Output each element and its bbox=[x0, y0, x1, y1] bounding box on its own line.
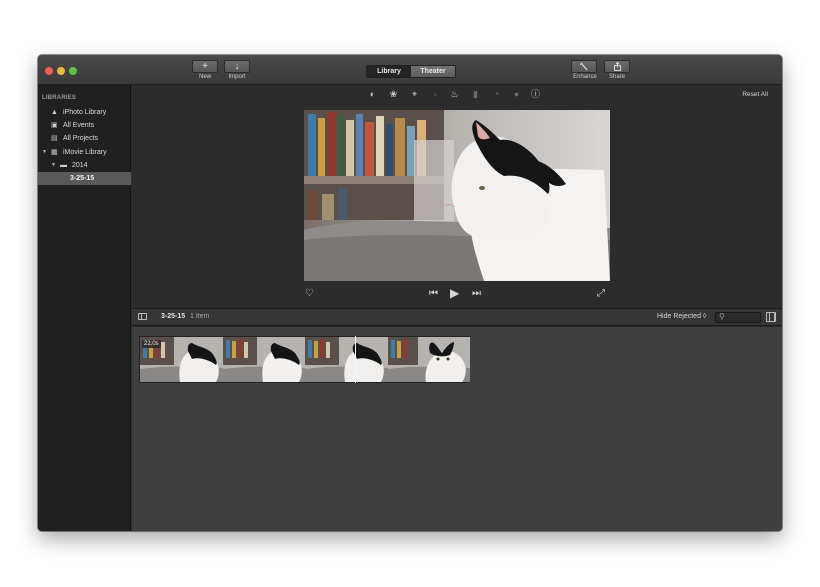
color-correction-icon[interactable]: ❀ bbox=[388, 89, 399, 100]
sidebar-toggle-icon[interactable] bbox=[138, 313, 147, 320]
adjustments-bar: ◐ ❀ ⌖ ▫ ♨ ▮ ◔ ● ⓘ Reset All bbox=[132, 85, 782, 105]
minimize-window-button[interactable] bbox=[57, 67, 65, 75]
noise-reduction-icon[interactable]: ▮ bbox=[470, 89, 481, 100]
magic-wand-icon bbox=[579, 62, 588, 71]
item-count: 1 Item bbox=[190, 313, 210, 320]
event-title: 3-25-15 bbox=[161, 313, 186, 320]
sidebar-item-label: All Projects bbox=[63, 135, 99, 142]
import-label: Import bbox=[228, 74, 246, 80]
close-window-button[interactable] bbox=[45, 67, 53, 75]
event-browser-bar: 3-25-15 1 Item Hide Rejected ◊ ⚲ bbox=[132, 308, 782, 326]
skip-back-icon[interactable]: ⏮ bbox=[429, 288, 438, 300]
sidebar-item-label: All Events bbox=[63, 122, 95, 129]
clip-filmstrip[interactable]: 22.0s bbox=[139, 336, 470, 383]
camera-icon: ▲ bbox=[51, 109, 58, 116]
star-icon: ▣ bbox=[51, 122, 58, 129]
clip-filter-icon[interactable]: ● bbox=[511, 89, 522, 100]
sidebar-item-all-events[interactable]: ▣ All Events bbox=[38, 119, 131, 132]
playback-controls: ♡ ⏮ ▶ ⏭ ⤢ bbox=[132, 285, 782, 305]
video-preview[interactable] bbox=[304, 110, 610, 281]
speed-icon[interactable]: ◔ bbox=[491, 89, 502, 100]
toolbar: + New ↓ Import Library Theater Enhance S… bbox=[38, 55, 782, 85]
share-button[interactable] bbox=[604, 60, 630, 73]
sidebar-item-imovie-library[interactable]: ▼ ▦ iMovie Library bbox=[38, 146, 131, 159]
import-button[interactable]: ↓ bbox=[224, 60, 250, 73]
crop-icon[interactable]: ⌖ bbox=[409, 89, 420, 100]
heart-icon[interactable]: ♡ bbox=[305, 288, 314, 300]
share-icon bbox=[613, 61, 621, 71]
import-arrow-icon: ↓ bbox=[234, 61, 240, 72]
libraries-sidebar: LIBRARIES ▲ iPhoto Library ▣ All Events … bbox=[38, 85, 131, 531]
tab-theater[interactable]: Theater bbox=[411, 66, 455, 77]
cat-video-frame bbox=[304, 110, 610, 281]
info-icon[interactable]: ⓘ bbox=[530, 89, 541, 100]
tab-library[interactable]: Library bbox=[367, 66, 411, 77]
reset-all-button[interactable]: Reset All bbox=[742, 91, 768, 98]
sidebar-item-2014[interactable]: ▼ ▬ 2014 bbox=[38, 159, 131, 172]
volume-icon[interactable]: ♨ bbox=[449, 89, 460, 100]
stabilization-icon[interactable]: ▫ bbox=[430, 89, 441, 100]
clip-duration-badge: 22.0s bbox=[142, 340, 161, 348]
sidebar-item-3-25-15[interactable]: 3-25-15 bbox=[38, 172, 131, 185]
new-button[interactable]: + bbox=[192, 60, 218, 73]
clip-frame bbox=[222, 337, 305, 382]
grid-icon: ▦ bbox=[51, 149, 58, 156]
hide-rejected-popup[interactable]: Hide Rejected ◊ bbox=[657, 313, 706, 320]
sidebar-item-label: 2014 bbox=[72, 162, 88, 169]
plus-icon: + bbox=[202, 61, 208, 72]
folder-icon: ▬ bbox=[60, 162, 67, 169]
share-label: Share bbox=[608, 74, 625, 80]
clip-frame bbox=[387, 337, 470, 382]
zoom-window-button[interactable] bbox=[69, 67, 77, 75]
search-icon: ⚲ bbox=[719, 312, 725, 321]
sidebar-item-iphoto-library[interactable]: ▲ iPhoto Library bbox=[38, 106, 131, 119]
sidebar-item-label: 3-25-15 bbox=[70, 175, 95, 182]
disclosure-triangle-icon[interactable]: ▼ bbox=[42, 146, 47, 159]
clip-frame bbox=[305, 337, 388, 382]
sidebar-item-label: iMovie Library bbox=[63, 149, 107, 156]
event-browser: 22.0s bbox=[132, 327, 782, 531]
skip-forward-icon[interactable]: ⏭ bbox=[472, 288, 481, 300]
imovie-window: + New ↓ Import Library Theater Enhance S… bbox=[38, 55, 782, 531]
disclosure-triangle-icon[interactable]: ▼ bbox=[51, 159, 56, 172]
sidebar-item-label: iPhoto Library bbox=[63, 109, 107, 116]
play-icon[interactable]: ▶ bbox=[450, 287, 459, 299]
fullscreen-icon[interactable]: ⤢ bbox=[597, 288, 605, 300]
view-switcher: Library Theater bbox=[366, 65, 456, 78]
list-icon: ▤ bbox=[51, 135, 58, 142]
search-input[interactable]: ⚲ bbox=[715, 312, 761, 323]
sidebar-item-all-projects[interactable]: ▤ All Projects bbox=[38, 132, 131, 145]
color-balance-icon[interactable]: ◐ bbox=[367, 89, 378, 100]
libraries-header: LIBRARIES bbox=[42, 95, 77, 101]
filmstrip-settings-icon[interactable] bbox=[766, 312, 776, 322]
enhance-button[interactable] bbox=[571, 60, 597, 73]
skimmer-playhead[interactable] bbox=[355, 336, 356, 383]
